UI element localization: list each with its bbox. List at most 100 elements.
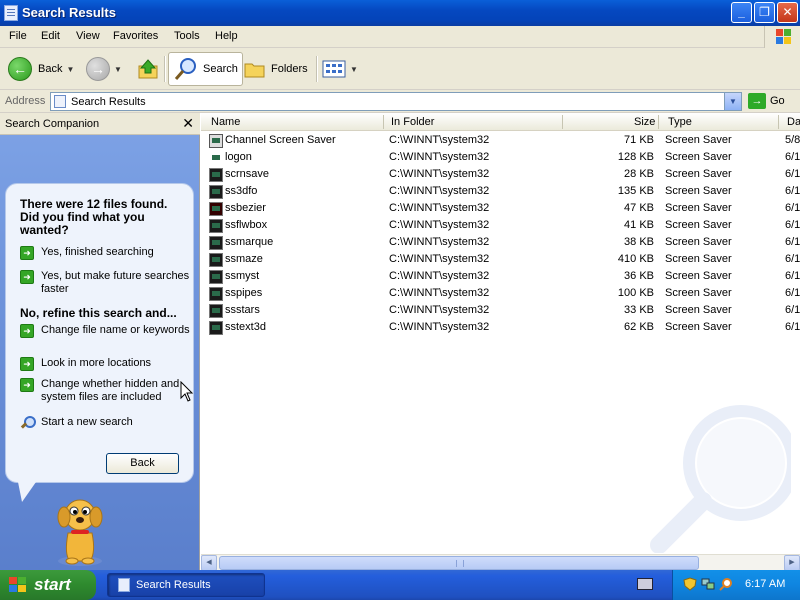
back-dropdown-icon[interactable]: ▼ [66, 65, 74, 74]
table-row[interactable]: ssmaze C:\WINNT\system32 410 KB Screen S… [201, 251, 800, 268]
go-arrow-icon: → [748, 93, 766, 109]
table-row[interactable]: ssstars C:\WINNT\system32 33 KB Screen S… [201, 302, 800, 319]
forward-button[interactable]: → ▼ [86, 52, 122, 86]
clock[interactable]: 6:17 AM [745, 578, 785, 590]
table-row[interactable]: ss3dfo C:\WINNT\system32 135 KB Screen S… [201, 183, 800, 200]
go-button[interactable]: → Go [748, 93, 785, 109]
keyboard-icon[interactable] [637, 578, 653, 590]
table-row[interactable]: scrnsave C:\WINNT\system32 28 KB Screen … [201, 166, 800, 183]
start-button[interactable]: start [0, 570, 96, 600]
address-value: Search Results [71, 96, 146, 108]
option-label: Change whether hidden and system files a… [41, 378, 180, 403]
scroll-right-icon[interactable]: ▶ [784, 555, 800, 571]
table-row[interactable]: ssbezier C:\WINNT\system32 47 KB Screen … [201, 200, 800, 217]
file-type: Screen Saver [665, 321, 732, 333]
go-label: Go [770, 95, 785, 107]
up-folder-icon [138, 59, 158, 79]
option-future-faster[interactable]: ➜ Yes, but make future searches faster [20, 270, 190, 296]
file-date: 6/1 [785, 185, 800, 197]
screensaver-file-icon [209, 185, 223, 199]
close-pane-icon[interactable]: ✕ [182, 115, 194, 132]
network-icon[interactable] [701, 577, 715, 591]
rover-dog-icon[interactable] [50, 493, 110, 568]
file-name: Channel Screen Saver [225, 134, 336, 146]
bubble-tail [18, 482, 36, 502]
option-label: Look in more locations [41, 357, 152, 369]
option-finished-searching[interactable]: ➜ Yes, finished searching [20, 246, 190, 260]
close-button[interactable]: ✕ [777, 2, 798, 23]
menu-file[interactable]: File [9, 30, 27, 42]
scrollbar-thumb[interactable] [219, 556, 699, 570]
up-folder-button[interactable] [136, 52, 160, 86]
address-dropdown-icon[interactable]: ▼ [724, 93, 741, 110]
menu-help[interactable]: Help [215, 30, 238, 42]
file-name: ssmyst [225, 270, 260, 282]
search-tray-icon[interactable] [719, 577, 733, 591]
table-row[interactable]: logon C:\WINNT\system32 128 KB Screen Sa… [201, 149, 800, 166]
option-new-search[interactable]: Start a new search [20, 416, 190, 430]
menu-view[interactable]: View [76, 30, 100, 42]
title-bar[interactable]: Search Results _ ❐ ✕ [0, 0, 800, 26]
column-size[interactable]: Size [634, 116, 655, 128]
file-type: Screen Saver [665, 134, 732, 146]
search-button[interactable]: Search [168, 52, 243, 86]
table-row[interactable]: sstext3d C:\WINNT\system32 62 KB Screen … [201, 319, 800, 336]
table-row[interactable]: ssmarque C:\WINNT\system32 38 KB Screen … [201, 234, 800, 251]
forward-dropdown-icon[interactable]: ▼ [114, 65, 122, 74]
file-date: 6/1 [785, 270, 800, 282]
shield-icon[interactable] [683, 577, 697, 591]
folders-button[interactable]: Folders [243, 52, 308, 86]
views-icon [322, 60, 346, 78]
horizontal-scrollbar[interactable]: ◀ ▶ [201, 554, 800, 571]
address-input[interactable]: Search Results ▼ [50, 92, 742, 111]
menu-tools[interactable]: Tools [174, 30, 200, 42]
file-folder: C:\WINNT\system32 [389, 287, 490, 299]
system-tray: 6:17 AM [672, 570, 800, 600]
file-name: scrnsave [225, 168, 270, 180]
menu-edit[interactable]: Edit [41, 30, 60, 42]
column-in-folder[interactable]: In Folder [391, 116, 434, 128]
search-label: Search [203, 63, 238, 75]
option-hidden-system-files[interactable]: ➜ Change whether hidden and system files… [20, 378, 190, 404]
table-row[interactable]: sspipes C:\WINNT\system32 100 KB Screen … [201, 285, 800, 302]
file-folder: C:\WINNT\system32 [389, 304, 490, 316]
file-name: sspipes [225, 287, 263, 299]
views-button[interactable]: ▼ [322, 52, 358, 86]
green-arrow-icon: ➜ [20, 378, 34, 392]
file-name: ss3dfo [225, 185, 258, 197]
windows-flag-icon [8, 576, 28, 594]
minimize-button[interactable]: _ [731, 2, 752, 23]
file-type: Screen Saver [665, 202, 732, 214]
option-label: Yes, but make future searches faster [41, 270, 190, 295]
back-button[interactable]: ← Back ▼ [8, 52, 74, 86]
forward-arrow-icon: → [86, 57, 110, 81]
file-size: 47 KB [624, 202, 654, 214]
taskbar-item-search-results[interactable]: Search Results [107, 573, 265, 597]
companion-back-button[interactable]: Back [106, 453, 179, 474]
results-list-view: Name In Folder Size Type Da Channel Scre… [201, 113, 800, 571]
menu-favorites[interactable]: Favorites [113, 30, 158, 42]
search-watermark-icon [650, 405, 791, 553]
column-type[interactable]: Type [668, 116, 692, 128]
start-label: start [34, 575, 71, 594]
column-name[interactable]: Name [211, 116, 240, 128]
file-name: sstext3d [225, 321, 266, 333]
file-name: ssbezier [225, 202, 266, 214]
table-row[interactable]: Channel Screen Saver C:\WINNT\system32 7… [201, 132, 800, 149]
table-row[interactable]: ssflwbox C:\WINNT\system32 41 KB Screen … [201, 217, 800, 234]
column-header-bar: Name In Folder Size Type Da [201, 113, 800, 131]
file-folder: C:\WINNT\system32 [389, 253, 490, 265]
scroll-left-icon[interactable]: ◀ [201, 555, 217, 571]
screensaver-file-icon [209, 270, 223, 284]
views-dropdown-icon[interactable]: ▼ [350, 65, 358, 74]
search-results-task-icon [118, 578, 130, 592]
file-size: 100 KB [617, 287, 654, 299]
table-row[interactable]: ssmyst C:\WINNT\system32 36 KB Screen Sa… [201, 268, 800, 285]
mouse-cursor-icon [180, 381, 194, 402]
restore-button[interactable]: ❐ [754, 2, 775, 23]
option-more-locations[interactable]: ➜ Look in more locations [20, 357, 190, 371]
screensaver-file-icon [209, 202, 223, 216]
column-date[interactable]: Da [787, 116, 800, 128]
option-change-file-name[interactable]: ➜ Change file name or keywords [20, 324, 190, 338]
file-size: 62 KB [624, 321, 654, 333]
